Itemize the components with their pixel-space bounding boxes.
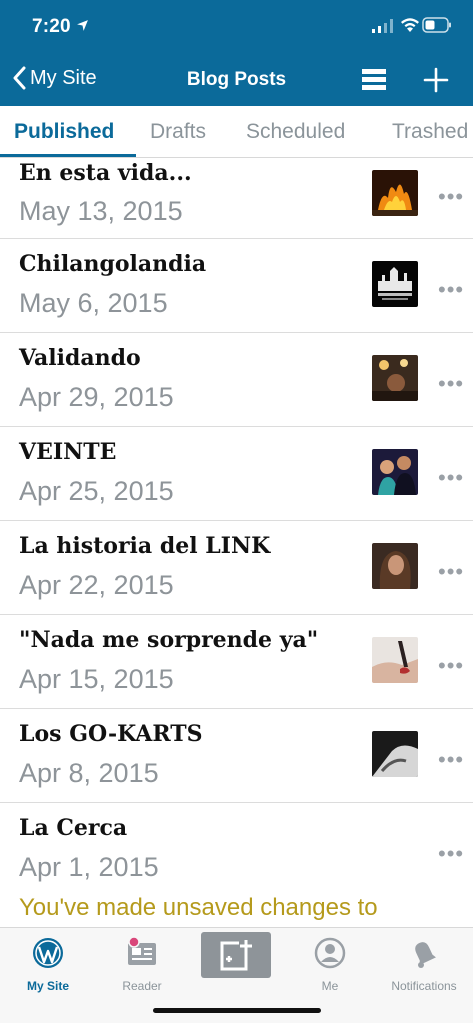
list-item[interactable]: VEINTE Apr 25, 2015 ••• — [0, 427, 473, 521]
new-post-icon — [220, 940, 252, 971]
tab-notifications-label: Notifications — [391, 979, 457, 993]
more-options-button[interactable]: ••• — [438, 371, 464, 397]
tab-scheduled[interactable]: Scheduled — [246, 120, 345, 144]
reader-icon — [128, 936, 156, 965]
bell-icon — [415, 942, 436, 968]
tab-my-site-label: My Site — [26, 979, 69, 993]
post-title: VEINTE — [19, 439, 117, 465]
post-title: Validando — [19, 345, 141, 371]
tab-published[interactable]: Published — [14, 120, 114, 144]
profile-icon — [314, 937, 346, 969]
chevron-left-icon — [13, 66, 26, 90]
list-view-icon[interactable] — [361, 68, 387, 92]
more-options-button[interactable]: ••• — [438, 653, 464, 679]
post-list: En esta vida... May 13, 2015 ••• Chilang… — [0, 158, 473, 897]
tab-notifications[interactable]: Notifications — [384, 936, 464, 993]
post-thumbnail — [372, 355, 418, 401]
more-options-button[interactable]: ••• — [438, 184, 464, 210]
status-time: 7:20 — [32, 16, 71, 37]
tab-reader-label: Reader — [122, 979, 162, 993]
list-item[interactable]: Validando Apr 29, 2015 ••• — [0, 333, 473, 427]
post-title: "Nada me sorprende ya" — [19, 627, 319, 653]
filter-tabs: Published Drafts Scheduled Trashed — [0, 106, 473, 158]
post-thumbnail — [372, 637, 418, 683]
location-arrow-icon — [77, 20, 88, 31]
top-bar: 7:20 My Site Blog Posts — [0, 0, 473, 106]
post-title: La Cerca — [19, 815, 128, 841]
home-indicator — [153, 1008, 321, 1013]
back-button[interactable]: My Site — [12, 66, 97, 90]
list-item[interactable]: La historia del LINK Apr 22, 2015 ••• — [0, 521, 473, 615]
post-thumbnail — [372, 543, 418, 589]
add-post-icon[interactable] — [422, 66, 450, 94]
list-item[interactable]: Chilangolandia May 6, 2015 ••• — [0, 239, 473, 333]
cellular-signal-icon — [372, 19, 393, 33]
unsaved-changes-notice[interactable]: You've made unsaved changes to — [19, 894, 378, 922]
post-title: En esta vida... — [19, 160, 192, 186]
more-options-button[interactable]: ••• — [438, 465, 464, 491]
more-options-button[interactable]: ••• — [438, 559, 464, 585]
wordpress-icon — [33, 938, 63, 968]
tab-trashed[interactable]: Trashed — [392, 120, 468, 144]
post-title: Los GO-KARTS — [19, 721, 203, 747]
more-options-button[interactable]: ••• — [438, 747, 464, 773]
active-tab-indicator — [0, 154, 136, 157]
list-item[interactable]: La Cerca Apr 1, 2015 ••• — [0, 803, 473, 897]
post-title: Chilangolandia — [19, 251, 207, 277]
post-title: La historia del LINK — [19, 533, 271, 559]
tab-me[interactable]: Me — [290, 936, 370, 993]
post-thumbnail — [372, 170, 418, 216]
battery-icon — [422, 17, 451, 33]
tab-my-site[interactable]: My Site — [8, 936, 88, 993]
post-date: Apr 15, 2015 — [19, 664, 174, 694]
tab-reader[interactable]: Reader — [102, 936, 182, 993]
tab-drafts[interactable]: Drafts — [150, 120, 206, 144]
new-post-button[interactable] — [201, 932, 271, 978]
post-date: Apr 25, 2015 — [19, 476, 174, 506]
post-date: Apr 22, 2015 — [19, 570, 174, 600]
list-item[interactable]: Los GO-KARTS Apr 8, 2015 ••• — [0, 709, 473, 803]
list-item[interactable]: En esta vida... May 13, 2015 ••• — [0, 158, 473, 239]
more-options-button[interactable]: ••• — [438, 277, 464, 303]
post-thumbnail — [372, 731, 418, 777]
list-item[interactable]: "Nada me sorprende ya" Apr 15, 2015 ••• — [0, 615, 473, 709]
more-options-button[interactable]: ••• — [438, 841, 464, 867]
post-thumbnail — [372, 261, 418, 307]
post-date: May 6, 2015 — [19, 288, 168, 318]
post-date: Apr 29, 2015 — [19, 382, 174, 412]
back-label: My Site — [30, 66, 97, 89]
wifi-icon — [401, 18, 419, 32]
tab-me-label: Me — [321, 979, 339, 993]
post-date: May 13, 2015 — [19, 196, 183, 226]
post-date: Apr 8, 2015 — [19, 758, 159, 788]
post-thumbnail — [372, 449, 418, 495]
post-date: Apr 1, 2015 — [19, 852, 159, 882]
